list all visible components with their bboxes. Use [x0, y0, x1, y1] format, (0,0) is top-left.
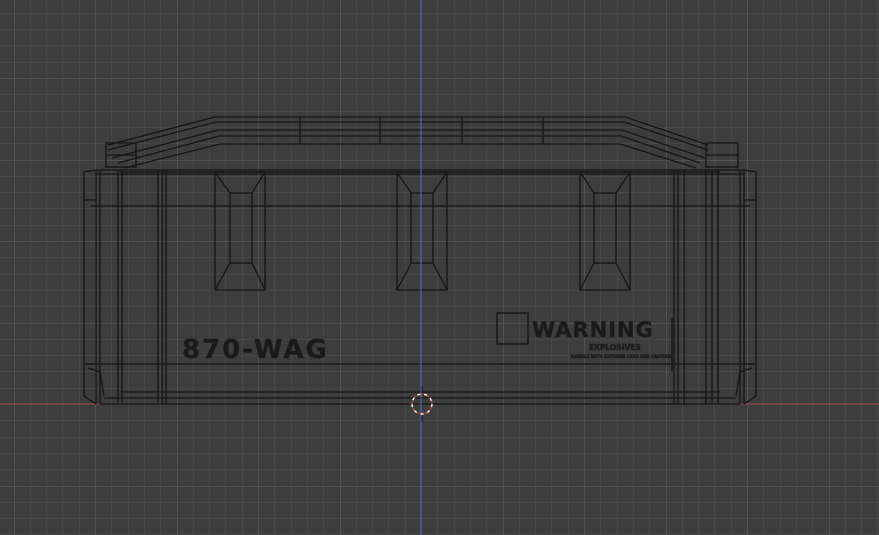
warning-title-text: WARNING: [532, 318, 654, 342]
handle-recess-center: [396, 171, 448, 291]
viewport-canvas[interactable]: 870-WAG WARNING EXPLOSIVES HANDLE WITH E…: [0, 0, 879, 535]
handle-recess-right: [579, 171, 631, 291]
handle-recess-left: [214, 171, 266, 291]
crate-lid: [107, 116, 720, 173]
crate-post-left: [117, 170, 167, 404]
warning-fine-print: HANDLE WITH EXTREME CARE AND CAUTION: [571, 354, 671, 359]
crate-post-right: [673, 170, 719, 404]
grid-major: [0, 0, 879, 535]
crate-body: [83, 169, 757, 405]
lid-corner-cap-right: [705, 142, 739, 168]
crate-id-label: 870-WAG: [182, 335, 329, 365]
warning-subtitle-text: EXPLOSIVES: [589, 343, 641, 352]
3d-viewport[interactable]: 870-WAG WARNING EXPLOSIVES HANDLE WITH E…: [0, 0, 879, 535]
